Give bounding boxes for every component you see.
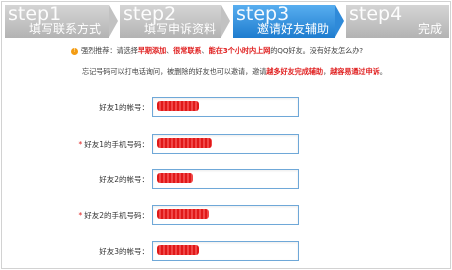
friend-2-phone-value: ●●●●●●●●●●●	[157, 209, 209, 219]
required-star: *	[78, 140, 83, 149]
note-text-2: ，	[322, 67, 331, 76]
step-3: step3 邀请好友辅助	[233, 5, 335, 38]
step-4-label: 完成	[418, 22, 443, 36]
required-star: *	[78, 211, 83, 220]
step-1: step1 填写联系方式	[5, 5, 109, 38]
step-4: step4 完成	[346, 5, 449, 38]
tip-highlight-3: 能在3个小时内上网	[208, 46, 271, 55]
friend-1-account-value: ●●●●●●●●●	[157, 101, 199, 111]
step-3-label: 邀请好友辅助	[257, 22, 330, 36]
friend-1-phone-value: ●●●●●●●●●●●	[157, 138, 212, 148]
friend-2-account-value: ●●●●●●●●	[157, 173, 193, 183]
friend-3-account-row: 好友3的帐号： ●●●●●●●●●	[2, 241, 452, 261]
friend-1-account-input[interactable]: ●●●●●●●●●	[152, 97, 299, 117]
friend-3-account-input[interactable]: ●●●●●●●●●	[152, 241, 299, 261]
lightbulb-icon: !	[71, 47, 78, 55]
friend-1-phone-input[interactable]: ●●●●●●●●●●●	[152, 134, 299, 154]
friend-3-account-label: 好友3的帐号：	[99, 247, 149, 256]
friend-1-phone-label: * 好友1的手机号码：	[78, 140, 149, 149]
friend-2-account-row: 好友2的帐号： ●●●●●●●●	[2, 169, 452, 189]
step-2-label: 填写申诉资料	[144, 22, 217, 36]
tip-highlight-2: 很常联系	[173, 46, 202, 55]
friend-1-phone-row: *好友1的手机号码： ●●●●●●●●●●●	[2, 134, 452, 154]
step-2-arrow	[221, 5, 230, 37]
friend-1-account-label: 好友1的帐号：	[99, 103, 149, 112]
note-text-3: 。	[379, 67, 387, 76]
step-progress-bar: step1 填写联系方式 step2 填写申诉资料 step3 邀请好友辅助 s…	[5, 5, 449, 38]
appeal-form-panel: step1 填写联系方式 step2 填写申诉资料 step3 邀请好友辅助 s…	[1, 1, 451, 269]
tip-text-4[interactable]: 的QQ好友。没有好友怎么办?	[270, 46, 363, 55]
friend-3-account-value: ●●●●●●●●●	[157, 245, 199, 255]
step-2: step2 填写申诉资料	[120, 5, 221, 38]
step-4-number: step4	[349, 5, 403, 25]
note-highlight-1: 越多好友完成辅助	[266, 67, 323, 76]
friend-2-phone-label: * 好友2的手机号码：	[78, 211, 149, 220]
friend-1-account-row: 好友1的帐号： ●●●●●●●●●	[2, 97, 452, 117]
friend-2-phone-input[interactable]: ●●●●●●●●●●●	[152, 205, 299, 225]
friend-2-account-label: 好友2的帐号：	[99, 175, 149, 184]
step-3-arrow	[335, 5, 344, 37]
tip-highlight-1: 早期添加	[137, 46, 167, 55]
tip-text-3: 、	[201, 46, 209, 55]
note-highlight-2: 越容易通过申诉	[330, 67, 380, 76]
friend-2-account-input[interactable]: ●●●●●●●●	[152, 169, 299, 189]
tip-text-1: 强烈推荐：请选择	[81, 46, 138, 55]
recommendation-tip: ! 强烈推荐：请选择早期添加、很常联系、能在3个小时内上网的QQ好友。没有好友怎么…	[71, 46, 449, 56]
step-1-label: 填写联系方式	[29, 22, 102, 36]
note-text-1: 忘记号码可以打电话询问，被删除的好友也可以邀请，邀请	[82, 67, 267, 76]
invite-note: 忘记号码可以打电话询问，被删除的好友也可以邀请，邀请越多好友完成辅助，越容易通过…	[82, 67, 442, 77]
step-1-arrow	[109, 5, 118, 37]
friend-2-phone-row: *好友2的手机号码： ●●●●●●●●●●●	[2, 205, 452, 225]
